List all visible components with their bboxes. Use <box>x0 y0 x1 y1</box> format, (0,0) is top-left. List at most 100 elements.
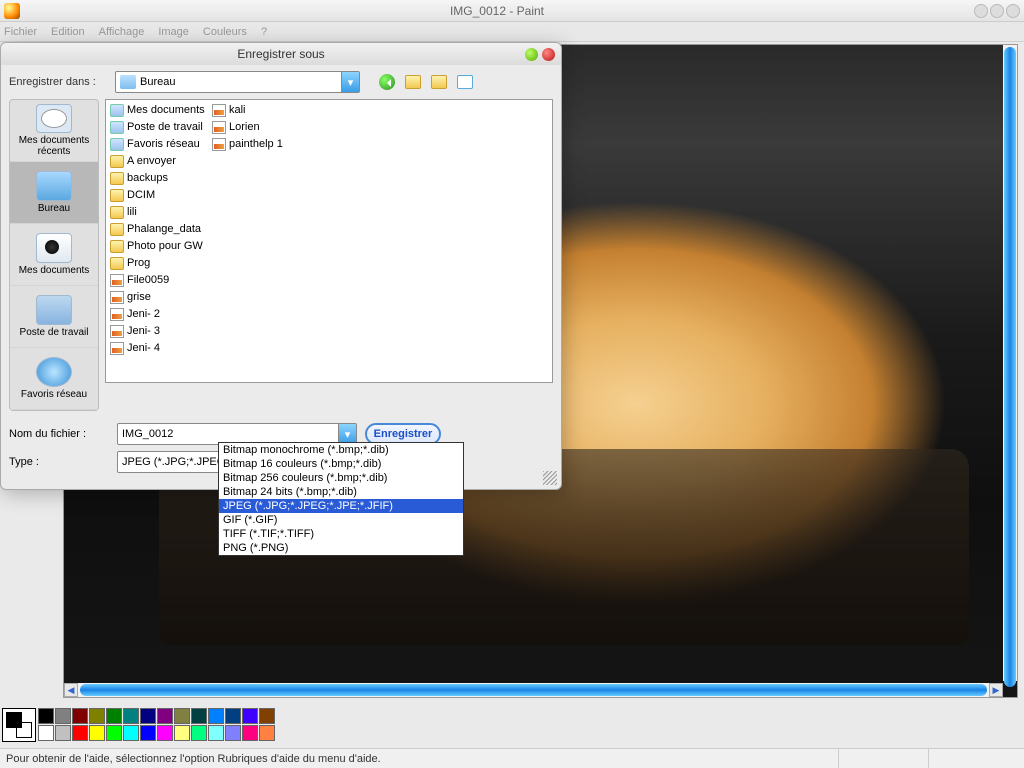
palette-swatch[interactable] <box>174 725 190 741</box>
palette-swatch[interactable] <box>89 725 105 741</box>
view-icon <box>457 75 473 89</box>
palette-swatch[interactable] <box>259 725 275 741</box>
type-option[interactable]: Bitmap 256 couleurs (*.bmp;*.dib) <box>219 471 463 485</box>
save-as-dialog: Enregistrer sous Enregistrer dans : Bure… <box>0 42 562 490</box>
type-option[interactable]: JPEG (*.JPG;*.JPEG;*.JPE;*.JFIF) <box>219 499 463 513</box>
type-option[interactable]: TIFF (*.TIF;*.TIFF) <box>219 527 463 541</box>
palette-swatch[interactable] <box>106 708 122 724</box>
menu-colors[interactable]: Couleurs <box>203 26 247 38</box>
resize-grip-icon[interactable] <box>543 471 557 485</box>
palette-swatch[interactable] <box>140 725 156 741</box>
file-item[interactable]: Mes documents <box>108 102 210 118</box>
type-option[interactable]: PNG (*.PNG) <box>219 541 463 555</box>
menu-view[interactable]: Affichage <box>99 26 145 38</box>
img-icon <box>110 325 124 338</box>
file-item-label: DCIM <box>127 189 155 201</box>
menu-file[interactable]: Fichier <box>4 26 37 38</box>
file-item[interactable]: File0059 <box>108 272 210 288</box>
palette-swatch[interactable] <box>140 708 156 724</box>
place-network[interactable]: Favoris réseau <box>10 348 98 410</box>
dialog-minimize-icon[interactable] <box>525 48 538 61</box>
new-folder-button[interactable] <box>430 73 448 91</box>
folder-icon <box>110 155 124 168</box>
sys-icon <box>110 121 124 134</box>
type-option[interactable]: Bitmap 16 couleurs (*.bmp;*.dib) <box>219 457 463 471</box>
palette-swatch[interactable] <box>174 708 190 724</box>
palette-swatch[interactable] <box>208 725 224 741</box>
palette-swatch[interactable] <box>191 725 207 741</box>
lookin-label: Enregistrer dans : <box>9 76 109 88</box>
menu-image[interactable]: Image <box>158 26 189 38</box>
file-list[interactable]: Mes documentsPoste de travailFavoris rés… <box>105 99 553 383</box>
palette-swatch[interactable] <box>89 708 105 724</box>
palette-swatch[interactable] <box>259 708 275 724</box>
type-option[interactable]: Bitmap monochrome (*.bmp;*.dib) <box>219 443 463 457</box>
palette-swatch[interactable] <box>157 725 173 741</box>
lookin-select[interactable]: Bureau ▾ <box>115 71 360 93</box>
palette-swatch[interactable] <box>106 725 122 741</box>
app-icon <box>4 3 20 19</box>
place-desktop[interactable]: Bureau <box>10 162 98 224</box>
up-folder-button[interactable] <box>404 73 422 91</box>
folder-icon <box>110 240 124 253</box>
window-controls <box>974 4 1020 18</box>
file-item[interactable]: Lorien <box>210 119 285 135</box>
folder-icon <box>110 223 124 236</box>
file-item[interactable]: backups <box>108 170 210 186</box>
palette-swatch[interactable] <box>72 708 88 724</box>
type-option[interactable]: Bitmap 24 bits (*.bmp;*.dib) <box>219 485 463 499</box>
file-item[interactable]: DCIM <box>108 187 210 203</box>
file-item[interactable]: Photo pour GW <box>108 238 210 254</box>
back-button[interactable] <box>378 73 396 91</box>
chevron-down-icon[interactable]: ▾ <box>338 424 356 444</box>
scroll-left-icon[interactable]: ◀ <box>64 683 78 697</box>
place-computer[interactable]: Poste de travail <box>10 286 98 348</box>
current-colors[interactable] <box>2 708 36 742</box>
file-item[interactable]: Favoris réseau <box>108 136 210 152</box>
palette-swatch[interactable] <box>72 725 88 741</box>
scroll-right-icon[interactable]: ▶ <box>989 683 1003 697</box>
file-item-label: Phalange_data <box>127 223 201 235</box>
close-icon[interactable] <box>1006 4 1020 18</box>
file-item[interactable]: Phalange_data <box>108 221 210 237</box>
dialog-close-icon[interactable] <box>542 48 555 61</box>
file-item[interactable]: A envoyer <box>108 153 210 169</box>
file-item[interactable]: lili <box>108 204 210 220</box>
file-item[interactable]: Jeni- 4 <box>108 340 210 356</box>
type-dropdown[interactable]: Bitmap monochrome (*.bmp;*.dib)Bitmap 16… <box>218 442 464 556</box>
vertical-scrollbar[interactable] <box>1003 45 1017 681</box>
menu-edit[interactable]: Edition <box>51 26 85 38</box>
file-item[interactable]: painthelp 1 <box>210 136 285 152</box>
img-icon <box>212 104 226 117</box>
palette-swatch[interactable] <box>55 708 71 724</box>
palette-swatch[interactable] <box>242 708 258 724</box>
file-item[interactable]: Jeni- 2 <box>108 306 210 322</box>
palette-swatch[interactable] <box>157 708 173 724</box>
palette-grid <box>38 708 275 746</box>
file-item-label: Lorien <box>229 121 260 133</box>
view-menu-button[interactable] <box>456 73 474 91</box>
palette-swatch[interactable] <box>38 725 54 741</box>
place-recent[interactable]: Mes documents récents <box>10 100 98 162</box>
file-item[interactable]: grise <box>108 289 210 305</box>
file-item[interactable]: kali <box>210 102 285 118</box>
palette-swatch[interactable] <box>123 708 139 724</box>
palette-swatch[interactable] <box>225 725 241 741</box>
maximize-icon[interactable] <box>990 4 1004 18</box>
place-mydocs[interactable]: Mes documents <box>10 224 98 286</box>
palette-swatch[interactable] <box>225 708 241 724</box>
palette-swatch[interactable] <box>38 708 54 724</box>
type-option[interactable]: GIF (*.GIF) <box>219 513 463 527</box>
minimize-icon[interactable] <box>974 4 988 18</box>
horizontal-scrollbar[interactable]: ◀ ▶ <box>64 683 1003 697</box>
palette-swatch[interactable] <box>208 708 224 724</box>
palette-swatch[interactable] <box>242 725 258 741</box>
palette-swatch[interactable] <box>123 725 139 741</box>
file-item[interactable]: Poste de travail <box>108 119 210 135</box>
file-item[interactable]: Prog <box>108 255 210 271</box>
palette-swatch[interactable] <box>55 725 71 741</box>
menu-help[interactable]: ? <box>261 26 267 38</box>
file-item[interactable]: Jeni- 3 <box>108 323 210 339</box>
chevron-down-icon[interactable]: ▾ <box>341 72 359 92</box>
palette-swatch[interactable] <box>191 708 207 724</box>
